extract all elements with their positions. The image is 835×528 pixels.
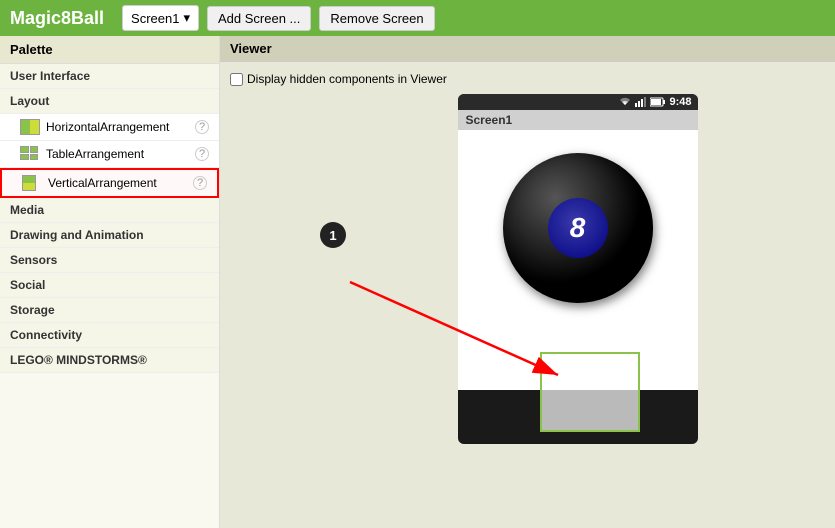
ball-number-circle: 8 — [548, 198, 608, 258]
table-arrangement-icon — [20, 146, 40, 162]
palette-panel: Palette User Interface Layout Horizontal… — [0, 36, 220, 528]
horizontal-arrangement-label: HorizontalArrangement — [46, 120, 195, 134]
sidebar-item-user-interface[interactable]: User Interface — [0, 64, 219, 89]
chevron-down-icon: ▾ — [183, 10, 190, 26]
phone-content: 8 — [458, 130, 698, 390]
add-screen-button[interactable]: Add Screen ... — [207, 6, 311, 31]
status-time: 9:48 — [669, 96, 691, 108]
ball-container: 8 — [463, 135, 693, 320]
phone-screen1-label: Screen1 — [458, 110, 698, 130]
magic-8-ball: 8 — [503, 153, 653, 303]
wifi-icon — [618, 97, 632, 107]
sidebar-item-sensors[interactable]: Sensors — [0, 248, 219, 273]
palette-item-vertical[interactable]: VerticalArrangement ? — [0, 168, 219, 198]
palette-title: Palette — [0, 36, 219, 64]
sidebar-item-social[interactable]: Social — [0, 273, 219, 298]
screen-dropdown[interactable]: Screen1 ▾ — [122, 5, 199, 31]
table-arrangement-label: TableArrangement — [46, 147, 195, 161]
sidebar-item-storage[interactable]: Storage — [0, 298, 219, 323]
viewer-title: Viewer — [220, 36, 835, 62]
app-title: Magic8Ball — [10, 8, 104, 29]
sidebar-item-lego[interactable]: LEGO® MINDSTORMS® — [0, 348, 219, 373]
sidebar-item-drawing-animation[interactable]: Drawing and Animation — [0, 223, 219, 248]
main-layout: Palette User Interface Layout Horizontal… — [0, 36, 835, 528]
display-hidden-label: Display hidden components in Viewer — [247, 72, 447, 86]
status-icons: 9:48 — [618, 96, 691, 108]
palette-item-horizontal[interactable]: HorizontalArrangement ? — [0, 114, 219, 141]
vertical-arrangement-label: VerticalArrangement — [48, 176, 193, 190]
palette-item-table[interactable]: TableArrangement ? — [0, 141, 219, 168]
step-1-indicator: 1 — [320, 222, 346, 248]
horizontal-arrangement-icon — [20, 119, 40, 135]
display-hidden-checkbox[interactable] — [230, 73, 243, 86]
vertical-arrangement-icon — [22, 175, 42, 191]
sidebar-item-connectivity[interactable]: Connectivity — [0, 323, 219, 348]
display-hidden-row: Display hidden components in Viewer — [230, 72, 825, 86]
sidebar-item-layout[interactable]: Layout — [0, 89, 219, 114]
drop-target-area[interactable] — [540, 352, 640, 432]
viewer-panel: Viewer Display hidden components in View… — [220, 36, 835, 528]
vertical-help-icon[interactable]: ? — [193, 176, 207, 190]
remove-screen-button[interactable]: Remove Screen — [319, 6, 434, 31]
viewer-content: Display hidden components in Viewer — [220, 62, 835, 454]
app-header: Magic8Ball Screen1 ▾ Add Screen ... Remo… — [0, 0, 835, 36]
battery-icon — [650, 97, 666, 107]
signal-icon — [635, 97, 647, 107]
sidebar-item-media[interactable]: Media — [0, 198, 219, 223]
horizontal-help-icon[interactable]: ? — [195, 120, 209, 134]
phone-status-bar: 9:48 — [458, 94, 698, 110]
table-help-icon[interactable]: ? — [195, 147, 209, 161]
